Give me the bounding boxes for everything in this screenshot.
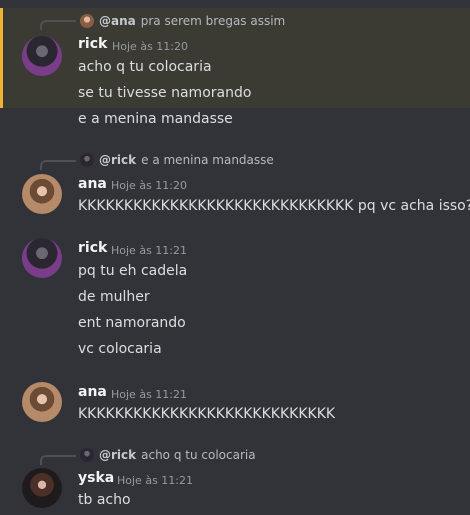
reply-text: pra serem bregas assim (140, 14, 286, 28)
message-line: KKKKKKKKKKKKKKKKKKKKKKKKKKKKKK pq vc ach… (78, 198, 470, 214)
message-line: ent namorando (78, 315, 186, 331)
author-name[interactable]: rick (78, 36, 107, 52)
reply-text: e a menina mandasse (141, 153, 274, 167)
reply-user[interactable]: @rick (99, 153, 136, 167)
ana-avatar[interactable] (22, 382, 62, 422)
reply-text: acho q tu colocaria (141, 448, 256, 462)
ana-avatar-icon (80, 14, 94, 28)
message-line: de mulher (78, 289, 150, 305)
yska-avatar[interactable] (22, 468, 62, 508)
reply-preview[interactable]: @rick e a menina mandasse (80, 151, 274, 169)
rick-avatar-icon (80, 153, 94, 167)
chat-message-list: @ana pra serem bregas assim rick Hoje às… (0, 0, 470, 515)
reply-preview[interactable]: @ana pra serem bregas assim (80, 12, 285, 30)
message-line: acho q tu colocaria (78, 59, 212, 75)
timestamp: Hoje às 11:20 (112, 40, 188, 53)
reply-connector (40, 455, 76, 465)
reply-connector (40, 160, 76, 170)
reply-connector (40, 20, 76, 30)
message-line: tb acho (78, 492, 131, 508)
timestamp: Hoje às 11:21 (117, 474, 193, 487)
ana-avatar[interactable] (22, 174, 62, 214)
rick-avatar-icon (80, 448, 94, 462)
author-name[interactable]: ana (78, 176, 107, 192)
message-line: KKKKKKKKKKKKKKKKKKKKKKKKKKKK (78, 406, 336, 422)
timestamp: Hoje às 11:21 (111, 388, 187, 401)
rick-avatar[interactable] (22, 238, 62, 278)
message-line: pq tu eh cadela (78, 263, 188, 279)
reply-user[interactable]: @ana (99, 14, 136, 28)
reply-user[interactable]: @rick (99, 448, 136, 462)
rick-avatar[interactable] (22, 36, 62, 76)
message-line: e a menina mandasse (78, 111, 233, 127)
timestamp: Hoje às 11:20 (111, 179, 187, 192)
author-name[interactable]: rick (78, 240, 107, 256)
message-line: se tu tivesse namorando (78, 85, 252, 101)
author-name[interactable]: yska (78, 470, 114, 486)
reply-preview[interactable]: @rick acho q tu colocaria (80, 446, 256, 464)
message-line: vc colocaria (78, 341, 162, 357)
author-name[interactable]: ana (78, 384, 107, 400)
timestamp: Hoje às 11:21 (111, 244, 187, 257)
